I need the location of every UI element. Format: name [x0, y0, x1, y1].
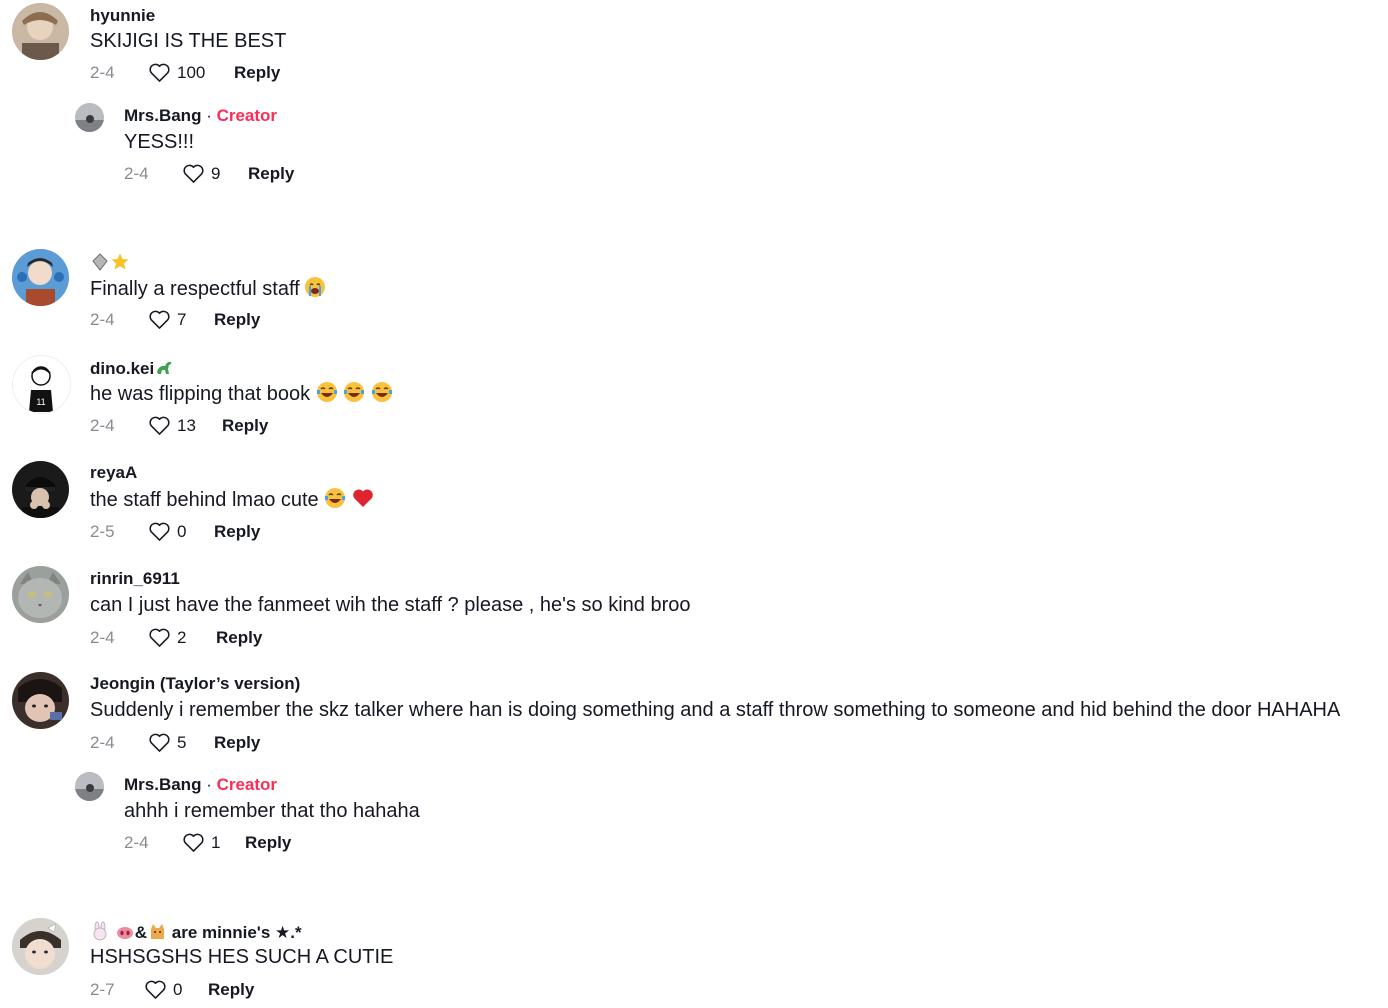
like-count: 2 — [177, 627, 187, 647]
like-count: 5 — [177, 732, 187, 752]
like-count: 0 — [177, 521, 187, 541]
avatar[interactable] — [12, 918, 69, 975]
reply-button[interactable]: Reply — [214, 522, 260, 542]
avatar[interactable] — [75, 103, 104, 132]
avatar[interactable] — [12, 566, 69, 623]
creator-separator: · — [201, 106, 217, 125]
comment-username[interactable] — [90, 252, 130, 274]
comment-username[interactable]: dino.kei — [90, 357, 174, 379]
avatar[interactable] — [12, 461, 69, 518]
like-button[interactable]: 1 — [182, 832, 245, 853]
comment-actions: 2-4 13 Reply — [90, 415, 268, 436]
pig-nose-icon — [116, 927, 133, 939]
creator-badge: Creator — [216, 775, 278, 794]
laughing-face-icon — [371, 382, 392, 402]
comment-date: 2-4 — [90, 627, 115, 647]
comment-text: YESS!!! — [124, 131, 195, 153]
reply-button[interactable]: Reply — [248, 164, 294, 184]
like-button[interactable]: 100 — [148, 62, 234, 83]
heart-outline-icon — [149, 733, 170, 752]
avatar[interactable] — [12, 672, 69, 729]
avatar[interactable] — [75, 772, 104, 801]
comment-actions: 2-4 7 Reply — [90, 309, 260, 330]
comment-list: hyunnie SKIJIGI IS THE BEST 2-4 100 Repl… — [0, 0, 1388, 1008]
svg-text:11: 11 — [36, 397, 45, 407]
dinosaur-icon — [157, 361, 172, 374]
like-count: 0 — [173, 979, 183, 999]
bunny-icon — [93, 921, 107, 941]
like-button[interactable]: 2 — [148, 627, 216, 648]
comment-actions: 2-4 100 Reply — [90, 62, 280, 83]
reply-button[interactable]: Reply — [208, 980, 254, 1000]
heart-outline-icon — [149, 416, 170, 435]
comment-date: 2-5 — [90, 521, 115, 541]
comment-username[interactable]: Mrs.Bang · Creator — [124, 106, 277, 126]
comment-username[interactable]: Mrs.Bang · Creator — [124, 775, 277, 795]
comment-actions: 2-4 5 Reply — [90, 732, 260, 753]
reply-button[interactable]: Reply — [222, 416, 268, 436]
like-button[interactable]: 13 — [148, 415, 222, 436]
star-icon — [111, 253, 129, 270]
comment-username[interactable]: & are minnie's ★.* — [90, 921, 302, 943]
avatar[interactable] — [12, 249, 69, 306]
laughing-face-icon — [316, 382, 337, 402]
heart-outline-icon — [149, 628, 170, 647]
comment-actions: 2-4 2 Reply — [90, 627, 262, 648]
comment-text: the staff behind lmao cute — [90, 487, 374, 512]
heart-outline-icon — [149, 63, 170, 82]
laughing-face-icon — [344, 382, 365, 402]
reply-button[interactable]: Reply — [214, 310, 260, 330]
like-button[interactable]: 7 — [148, 309, 214, 330]
comment-text: SKIJIGI IS THE BEST — [90, 30, 287, 52]
comment-date: 2-4 — [90, 415, 115, 435]
laughing-face-icon — [325, 488, 346, 508]
like-count: 9 — [211, 163, 221, 183]
avatar[interactable]: 11 — [12, 355, 71, 414]
comment-date: 2-7 — [90, 979, 115, 999]
red-heart-icon — [353, 489, 373, 507]
heart-outline-icon — [183, 833, 204, 852]
like-count: 13 — [177, 415, 196, 435]
crying-face-icon — [304, 277, 325, 297]
reply-button[interactable]: Reply — [216, 628, 262, 648]
comment-date: 2-4 — [90, 732, 115, 752]
like-button[interactable]: 9 — [182, 163, 248, 184]
comment-text: can I just have the fanmeet wih the staf… — [90, 594, 691, 616]
comment-username[interactable]: rinrin_6911 — [90, 569, 180, 589]
comment-date: 2-4 — [90, 309, 115, 329]
comment-actions: 2-7 0 Reply — [90, 979, 254, 1000]
comment-text: ahhh i remember that tho hahaha — [124, 800, 420, 822]
comment-text: HSHSGSHS HES SUCH A CUTIE — [90, 946, 394, 968]
comment-username[interactable]: reyaA — [90, 463, 137, 483]
heart-outline-icon — [183, 164, 204, 183]
comment-actions: 2-4 1 Reply — [124, 832, 291, 853]
reply-button[interactable]: Reply — [245, 833, 291, 853]
comment-date: 2-4 — [124, 163, 149, 183]
comment-text: he was flipping that book — [90, 381, 393, 406]
like-count: 7 — [177, 309, 187, 329]
heart-outline-icon — [149, 310, 170, 329]
avatar[interactable] — [12, 3, 69, 60]
like-button[interactable]: 0 — [144, 979, 208, 1000]
comment-text: Suddenly i remember the skz talker where… — [90, 699, 1341, 721]
heart-outline-icon — [145, 980, 166, 999]
cat-icon — [151, 924, 165, 939]
like-button[interactable]: 0 — [148, 521, 214, 542]
comment-username[interactable]: Jeongin (Taylor’s version) — [90, 674, 300, 694]
comment-username[interactable]: hyunnie — [90, 6, 155, 26]
comment-actions: 2-4 9 Reply — [124, 163, 294, 184]
heart-outline-icon — [149, 522, 170, 541]
reply-button[interactable]: Reply — [234, 63, 280, 83]
creator-separator: · — [201, 775, 217, 794]
comment-date: 2-4 — [124, 832, 149, 852]
reply-button[interactable]: Reply — [214, 733, 260, 753]
creator-badge: Creator — [216, 106, 278, 125]
comment-actions: 2-5 0 Reply — [90, 521, 260, 542]
like-count: 1 — [211, 832, 221, 852]
comment-date: 2-4 — [90, 62, 115, 82]
like-count: 100 — [177, 62, 206, 82]
comment-text: Finally a respectful staff — [90, 276, 326, 301]
gem-icon — [92, 253, 108, 271]
like-button[interactable]: 5 — [148, 732, 214, 753]
